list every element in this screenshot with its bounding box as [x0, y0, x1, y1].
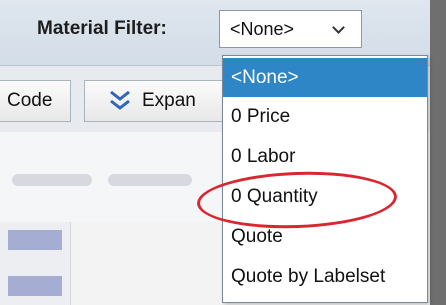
right-edge-panel: [430, 0, 446, 305]
dropdown-option-quote-by-labelset[interactable]: Quote by Labelset: [223, 257, 427, 296]
dropdown-option-label: Quote by Labelset: [231, 266, 386, 287]
blurred-cell: [8, 276, 62, 296]
dropdown-option-label: 0 Price: [231, 106, 291, 127]
chevron-down-icon: [332, 21, 345, 34]
dropdown-option-price[interactable]: 0 Price: [223, 97, 427, 136]
dropdown-option-none[interactable]: <None>: [223, 58, 427, 97]
dropdown-option-label: 0 Labor: [231, 146, 296, 167]
expand-button-label: Expan: [142, 90, 196, 111]
blurred-column-header: [108, 174, 192, 186]
code-button-label: Code: [7, 90, 53, 111]
expand-button[interactable]: Expan: [84, 80, 244, 122]
double-chevron-down-icon: [110, 90, 130, 110]
dropdown-option-labor[interactable]: 0 Labor: [223, 137, 427, 176]
code-button[interactable]: Code: [0, 80, 71, 122]
blurred-column-header: [12, 174, 92, 186]
blurred-cell: [8, 230, 62, 250]
dropdown-option-label: <None>: [231, 67, 299, 88]
grid-left-panel: [0, 222, 71, 305]
material-filter-label: Material Filter:: [37, 18, 167, 39]
dropdown-option-label: Quote: [231, 226, 283, 247]
material-filter-select[interactable]: <None>: [219, 10, 362, 48]
material-filter-selected-value: <None>: [230, 19, 295, 39]
